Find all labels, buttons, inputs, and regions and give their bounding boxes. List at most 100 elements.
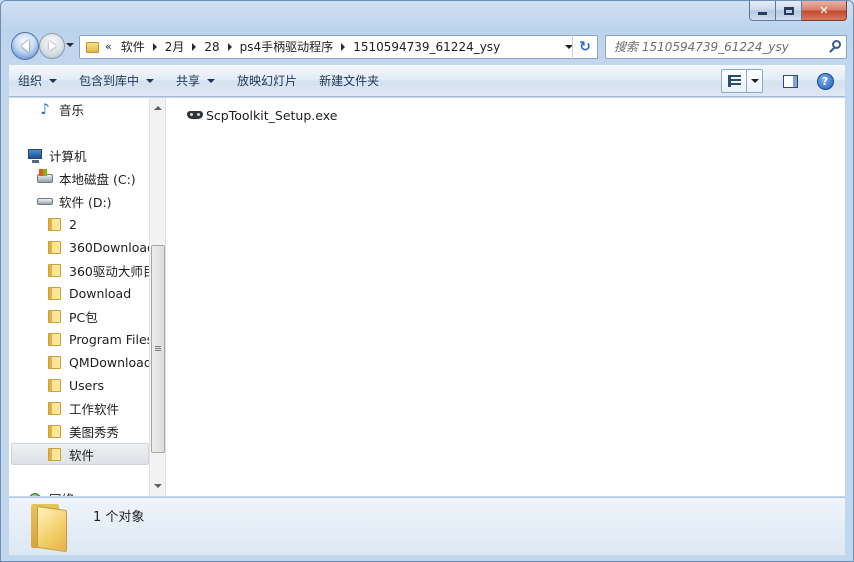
file-list: ScpToolkit_Setup.exe (167, 98, 845, 496)
folder-icon (47, 446, 63, 462)
folder-icon (47, 354, 63, 370)
folder-icon (47, 262, 63, 278)
preview-pane-icon (782, 74, 798, 88)
tree-item-label: 网络 (49, 489, 74, 497)
breadcrumb-item[interactable]: ps4手柄驱动程序 (235, 37, 339, 57)
navigation-pane: ♪ 音乐 计算机 本地磁盘 (C:) 软件 (D:) 2 360Downloa … (9, 98, 166, 496)
tree-item-folder[interactable]: Download (47, 282, 149, 304)
tree-item-label: Program Files (69, 331, 149, 347)
back-button[interactable] (11, 32, 39, 60)
network-icon (27, 490, 43, 496)
folder-icon (29, 502, 69, 553)
content-area: ♪ 音乐 计算机 本地磁盘 (C:) 软件 (D:) 2 360Downloa … (9, 98, 845, 496)
folder-icon (47, 423, 63, 439)
slideshow-label: 放映幻灯片 (237, 74, 298, 88)
grip-icon (155, 346, 161, 352)
tree-item-folder[interactable]: PC包 (47, 305, 149, 327)
file-item[interactable]: ScpToolkit_Setup.exe (187, 106, 337, 124)
explorer-window: ✕ « 软件 2月 28 ps4手柄驱动程序 1510594739_61224_… (0, 0, 854, 562)
slideshow-button[interactable]: 放映幻灯片 (228, 69, 306, 93)
preview-pane-button[interactable] (777, 69, 803, 93)
music-icon: ♪ (40, 100, 50, 118)
tree-item-drive-c[interactable]: 本地磁盘 (C:) (37, 167, 165, 189)
view-details-icon (727, 75, 741, 87)
tree-item-music[interactable]: ♪ 音乐 (37, 98, 165, 120)
tree-item-label: 360Downloads (69, 239, 149, 255)
new-folder-button[interactable]: 新建文件夹 (310, 69, 388, 93)
computer-icon (27, 147, 43, 163)
folder-icon (47, 377, 63, 393)
help-button[interactable]: ? (813, 69, 837, 93)
tree-item-folder[interactable]: Users (47, 374, 149, 396)
navigation-row: « 软件 2月 28 ps4手柄驱动程序 1510594739_61224_ys… (9, 31, 847, 63)
address-bar[interactable]: « 软件 2月 28 ps4手柄驱动程序 1510594739_61224_ys… (79, 35, 579, 59)
change-view-button[interactable] (721, 69, 747, 93)
organize-button[interactable]: 组织 (9, 69, 66, 93)
navigation-scrollbar[interactable] (149, 98, 165, 496)
details-pane: 1 个对象 (9, 497, 845, 555)
breadcrumb-separator-icon[interactable] (227, 43, 232, 51)
back-arrow-icon (21, 40, 29, 52)
breadcrumb-item[interactable]: 2月 (160, 37, 190, 57)
search-icon[interactable] (826, 37, 846, 57)
tree-item-label: 计算机 (49, 148, 87, 164)
breadcrumb-separator-icon[interactable] (152, 43, 157, 51)
item-count: 1 个对象 (93, 510, 145, 525)
breadcrumb-overflow[interactable]: « (103, 37, 116, 57)
share-button[interactable]: 共享 (167, 69, 224, 93)
chevron-down-icon (146, 78, 155, 83)
caption-buttons: ✕ (749, 1, 847, 21)
include-in-library-button[interactable]: 包含到库中 (70, 69, 163, 93)
tree-item-label: 2 (69, 216, 77, 232)
chevron-down-icon (49, 78, 58, 83)
recent-pages-dropdown[interactable] (66, 43, 74, 47)
command-bar-right: ? (721, 69, 837, 93)
tree-item-folder[interactable]: QMDownload (47, 351, 149, 373)
breadcrumb-item[interactable]: 1510594739_61224_ysy (348, 37, 505, 57)
organize-label: 组织 (18, 74, 43, 88)
tree-item-folder[interactable]: 360Downloads (47, 236, 149, 258)
tree-item-folder[interactable]: 美图秀秀 (47, 420, 149, 442)
tree-item-folder[interactable]: 2 (47, 213, 149, 235)
breadcrumb-separator-icon[interactable] (341, 43, 346, 51)
refresh-button[interactable]: ↻ (572, 35, 598, 59)
forward-button[interactable] (39, 33, 65, 59)
maximize-icon (783, 6, 794, 15)
help-icon: ? (816, 72, 834, 90)
breadcrumb-item[interactable]: 28 (199, 37, 224, 57)
gamepad-icon (187, 109, 203, 121)
close-button[interactable]: ✕ (802, 1, 847, 21)
tree-item-network[interactable]: 网络 (27, 487, 165, 497)
tree-item-drive-d[interactable]: 软件 (D:) (37, 190, 165, 212)
scroll-up-icon[interactable] (154, 106, 162, 110)
address-folder-icon (83, 36, 101, 58)
folder-icon (47, 216, 63, 232)
tree-item-folder[interactable]: 360驱动大师目录 (47, 259, 149, 281)
tree-item-label: 软件 (69, 447, 95, 463)
close-icon: ✕ (819, 4, 829, 17)
include-in-library-label: 包含到库中 (79, 74, 140, 88)
breadcrumb-item[interactable]: 软件 (116, 37, 150, 57)
breadcrumb-separator-icon[interactable] (192, 43, 197, 51)
folder-icon (47, 400, 63, 416)
tree-item-folder[interactable]: 工作软件 (47, 397, 149, 419)
tree-item-folder-selected[interactable]: 软件 (11, 443, 149, 465)
view-options-dropdown[interactable] (747, 69, 763, 93)
maximize-button[interactable] (776, 1, 802, 21)
folder-icon (47, 285, 63, 301)
tree-item-computer[interactable]: 计算机 (27, 144, 165, 166)
search-input[interactable] (606, 37, 826, 57)
file-name: ScpToolkit_Setup.exe (206, 107, 338, 123)
tree-item-folder[interactable]: Program Files (47, 328, 149, 350)
refresh-icon: ↻ (579, 39, 591, 55)
tree-item-label: Download (69, 285, 132, 301)
folder-icon (47, 239, 63, 255)
drive-c-icon (37, 169, 53, 186)
scrollbar-thumb[interactable] (151, 245, 165, 453)
minimize-button[interactable] (749, 1, 776, 21)
tree-item-label: PC包 (69, 309, 98, 325)
tree-item-label: Users (69, 377, 105, 393)
minimize-icon (758, 11, 767, 15)
scroll-down-icon[interactable] (154, 484, 162, 488)
search-box (605, 35, 847, 59)
